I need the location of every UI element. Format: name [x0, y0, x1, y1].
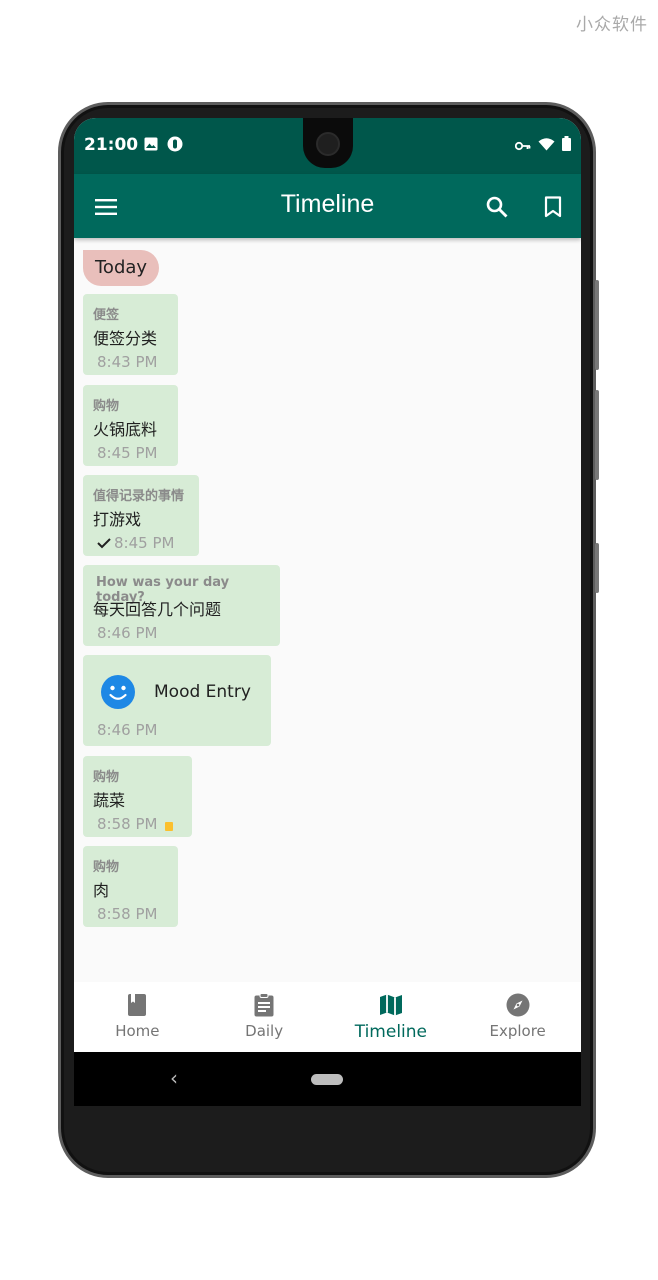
timeline-entry[interactable]: 购物 火锅底料 8:45 PM — [83, 385, 178, 466]
compass-icon — [506, 993, 530, 1017]
nav-label: Daily — [245, 1022, 284, 1040]
nav-item-daily[interactable]: Daily — [201, 982, 328, 1052]
entry-time: 8:45 PM — [97, 444, 158, 462]
entry-time: 8:46 PM — [97, 721, 158, 739]
timeline-entry[interactable]: 值得记录的事情 打游戏 8:45 PM — [83, 475, 199, 556]
entry-time: 8:45 PM — [114, 534, 175, 552]
bookmark-button[interactable] — [540, 194, 566, 220]
clipboard-icon — [254, 993, 274, 1017]
nav-label: Timeline — [354, 1022, 428, 1042]
image-notification-icon — [144, 136, 158, 156]
power-button — [595, 543, 599, 593]
app-notification-icon — [167, 136, 183, 156]
entry-time: 8:58 PM — [97, 815, 158, 833]
entry-time: 8:46 PM — [97, 624, 158, 642]
entry-time: 8:43 PM — [97, 353, 158, 371]
timeline-list[interactable]: Today 便签 便签分类 8:43 PM 购物 火锅底料 8:45 PM 值得… — [74, 238, 581, 1083]
battery-icon — [562, 136, 571, 155]
volume-button-lower — [595, 390, 599, 480]
app-bar: Timeline — [74, 174, 581, 238]
entry-time: 8:58 PM — [97, 905, 158, 923]
timeline-entry[interactable]: How was your day today? 每天回答几个问题 8:46 PM — [83, 565, 280, 646]
back-icon[interactable]: ‹ — [170, 1066, 178, 1090]
nav-label: Explore — [489, 1022, 546, 1040]
home-pill[interactable] — [311, 1074, 343, 1085]
map-icon — [379, 994, 402, 1016]
wifi-icon — [538, 136, 555, 155]
entry-text: 火锅底料 — [93, 420, 158, 439]
camera-icon — [316, 132, 340, 156]
bottom-nav: Home Daily Timeline Explore — [74, 982, 581, 1052]
screen: 21:00 Timeline Today 便签 便签分类 8:43 PM 购物 … — [74, 118, 581, 1106]
status-bar: 21:00 — [74, 118, 581, 174]
system-nav-bar: ‹ — [74, 1052, 581, 1106]
timeline-entry[interactable]: 购物 肉 8:58 PM — [83, 846, 178, 927]
smiley-face-icon — [101, 675, 135, 709]
timeline-entry[interactable]: 便签 便签分类 8:43 PM — [83, 294, 178, 375]
search-button[interactable] — [484, 194, 510, 220]
bookmark-flag-icon — [165, 821, 174, 831]
entry-text: Mood Entry — [154, 682, 251, 702]
entry-text: 每天回答几个问题 — [93, 600, 222, 619]
entry-text: 蔬菜 — [93, 791, 126, 810]
camera-notch — [303, 118, 353, 168]
entry-category: 购物 — [93, 860, 120, 875]
vpn-key-icon — [514, 136, 531, 155]
entry-category: 便签 — [93, 308, 120, 323]
entry-text: 便签分类 — [93, 329, 158, 348]
search-icon — [486, 196, 508, 218]
volume-button — [595, 280, 599, 370]
timeline-entry[interactable]: 购物 蔬菜 8:58 PM — [83, 756, 192, 837]
entry-text: 肉 — [93, 881, 110, 900]
nav-label: Home — [115, 1022, 160, 1040]
book-icon — [128, 994, 147, 1016]
date-chip: Today — [83, 250, 160, 286]
status-time: 21:00 — [84, 135, 139, 155]
nav-item-timeline[interactable]: Timeline — [328, 982, 455, 1052]
check-icon — [97, 538, 111, 549]
entry-category: 购物 — [93, 399, 120, 414]
watermark: 小众软件 — [576, 15, 648, 35]
entry-text: 打游戏 — [93, 510, 142, 529]
entry-category: 购物 — [93, 770, 120, 785]
mood-entry[interactable]: Mood Entry 8:46 PM — [83, 655, 271, 746]
bookmark-icon — [544, 196, 562, 218]
nav-item-explore[interactable]: Explore — [454, 982, 581, 1052]
entry-category: How was your day today? — [96, 575, 230, 605]
nav-item-home[interactable]: Home — [74, 982, 201, 1052]
entry-category: 值得记录的事情 — [93, 489, 185, 504]
